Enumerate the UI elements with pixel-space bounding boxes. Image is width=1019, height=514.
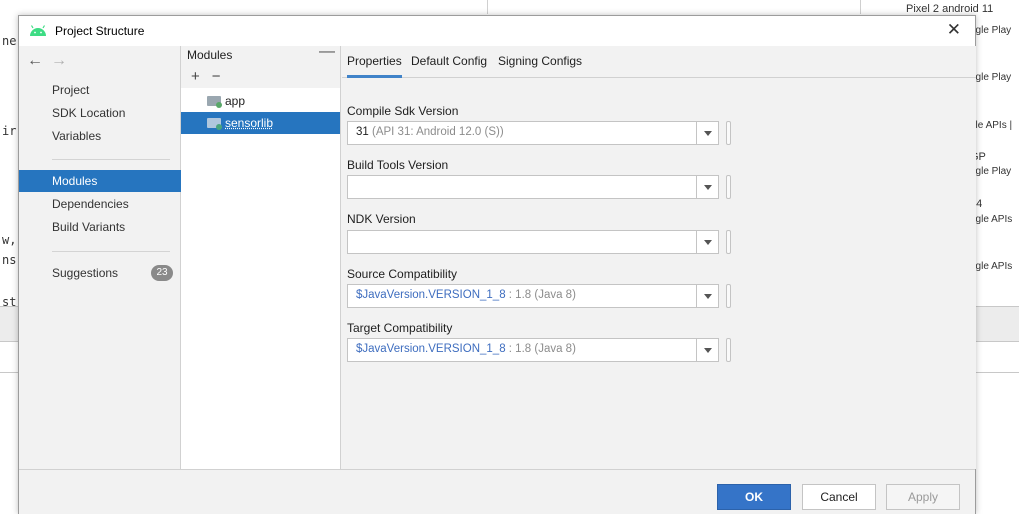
tab-bar: Properties Default Config Signing Config… — [342, 46, 976, 78]
target-compatibility-label: Target Compatibility — [347, 321, 452, 335]
apply-button[interactable]: Apply — [886, 484, 960, 510]
minimize-icon[interactable]: — — [319, 43, 335, 61]
tab-signing-configs[interactable]: Signing Configs — [498, 46, 582, 78]
value-detail: : 1.8 (Java 8) — [506, 343, 576, 355]
settings-nav: ← → Project SDK Location Variables Module… — [19, 46, 181, 469]
device-item[interactable]: gle APIs | — [970, 120, 1012, 131]
forward-arrow-icon[interactable]: → — [51, 52, 67, 69]
ide-divider — [487, 0, 488, 14]
android-logo-icon — [29, 25, 47, 37]
nav-item-label: Suggestions — [52, 266, 118, 280]
nav-item-label: Build Variants — [52, 220, 125, 234]
nav-item-variables[interactable]: Variables — [19, 125, 181, 147]
nav-item-project[interactable]: Project — [19, 79, 181, 101]
value-detail: (API 31: Android 12.0 (S)) — [369, 126, 504, 138]
module-label: sensorlib — [225, 116, 273, 130]
compile-sdk-label: Compile Sdk Version — [347, 104, 458, 118]
target-compatibility-dropdown[interactable]: $JavaVersion.VERSION_1_8 : 1.8 (Java 8) — [347, 338, 719, 362]
dialog-title: Project Structure — [55, 24, 144, 38]
combo-extra-handle[interactable] — [726, 284, 731, 308]
source-compatibility-dropdown[interactable]: $JavaVersion.VERSION_1_8 : 1.8 (Java 8) — [347, 284, 719, 308]
module-folder-icon — [207, 118, 221, 128]
ide-panel-band — [0, 306, 20, 342]
combo-extra-handle[interactable] — [726, 230, 731, 254]
code-fragment: ne — [2, 34, 16, 48]
device-list[interactable]: Pixel 2 android 11 ogle Play ogle Play g… — [976, 0, 1019, 514]
build-tools-label: Build Tools Version — [347, 158, 448, 172]
chevron-down-icon[interactable] — [696, 339, 718, 361]
ndk-dropdown[interactable] — [347, 230, 719, 254]
nav-divider — [52, 251, 170, 252]
module-item-app[interactable]: app — [181, 90, 340, 112]
code-fragment: w, — [2, 233, 16, 247]
nav-item-label: Dependencies — [52, 197, 129, 211]
module-item-sensorlib[interactable]: sensorlib — [181, 112, 340, 134]
source-compatibility-label: Source Compatibility — [347, 267, 457, 281]
ide-divider — [860, 0, 861, 14]
device-item[interactable]: ogle APIs — [970, 214, 1012, 225]
close-icon[interactable]: ✕ — [947, 20, 961, 40]
device-item[interactable]: Pixel 2 android 11 — [906, 3, 993, 15]
build-tools-dropdown[interactable] — [347, 175, 719, 199]
device-item[interactable]: ogle Play — [970, 166, 1011, 177]
remove-module-icon[interactable]: − — [212, 68, 221, 85]
modules-header-label: Modules — [187, 48, 232, 62]
modules-header: Modules — — [181, 46, 340, 66]
target-compatibility-value: $JavaVersion.VERSION_1_8 : 1.8 (Java 8) — [356, 343, 576, 355]
value-main: 31 — [356, 126, 369, 138]
nav-item-label: Variables — [52, 129, 101, 143]
combo-extra-handle[interactable] — [726, 175, 731, 199]
chevron-down-icon[interactable] — [696, 122, 718, 144]
chevron-down-icon[interactable] — [696, 285, 718, 307]
chevron-down-icon[interactable] — [696, 231, 718, 253]
modules-panel: Modules — + − app sensorlib — [181, 46, 341, 469]
value-detail: : 1.8 (Java 8) — [506, 289, 576, 301]
device-item[interactable]: ogle Play — [970, 72, 1011, 83]
modules-toolbar: + − — [181, 66, 340, 88]
value-main: $JavaVersion.VERSION_1_8 — [356, 343, 506, 355]
nav-item-dependencies[interactable]: Dependencies — [19, 193, 181, 215]
cancel-button[interactable]: Cancel — [802, 484, 876, 510]
ndk-label: NDK Version — [347, 212, 416, 226]
value-main: $JavaVersion.VERSION_1_8 — [356, 289, 506, 301]
ide-panel-band — [976, 306, 1019, 342]
source-compatibility-value: $JavaVersion.VERSION_1_8 : 1.8 (Java 8) — [356, 289, 576, 301]
suggestions-count-badge: 23 — [151, 265, 173, 281]
compile-sdk-value: 31 (API 31: Android 12.0 (S)) — [356, 126, 504, 138]
nav-item-suggestions[interactable]: Suggestions 23 — [19, 262, 181, 284]
module-properties: Properties Default Config Signing Config… — [342, 46, 976, 469]
nav-item-label: Project — [52, 83, 89, 97]
nav-history: ← → — [27, 52, 67, 70]
tab-properties[interactable]: Properties — [347, 46, 402, 78]
device-item[interactable]: ogle APIs — [970, 261, 1012, 272]
nav-item-build-variants[interactable]: Build Variants — [19, 216, 181, 238]
dialog-footer: OK Cancel Apply — [19, 469, 975, 514]
nav-item-label: Modules — [52, 174, 97, 188]
device-item[interactable]: ogle Play — [970, 25, 1011, 36]
compile-sdk-dropdown[interactable]: 31 (API 31: Android 12.0 (S)) — [347, 121, 719, 145]
code-fragment: ns — [2, 253, 16, 267]
editor-gutter: ne ir w, ns st — [0, 0, 20, 514]
add-module-icon[interactable]: + — [191, 68, 200, 85]
code-fragment: ir — [2, 124, 16, 138]
combo-extra-handle[interactable] — [726, 338, 731, 362]
tab-default-config[interactable]: Default Config — [411, 46, 487, 78]
nav-item-sdk-location[interactable]: SDK Location — [19, 102, 181, 124]
nav-item-modules[interactable]: Modules — [19, 170, 181, 192]
nav-divider — [52, 159, 170, 160]
module-folder-icon — [207, 96, 221, 106]
chevron-down-icon[interactable] — [696, 176, 718, 198]
back-arrow-icon[interactable]: ← — [27, 52, 43, 69]
combo-extra-handle[interactable] — [726, 121, 731, 145]
module-label: app — [225, 94, 245, 108]
nav-item-label: SDK Location — [52, 106, 125, 120]
dialog-titlebar[interactable]: Project Structure ✕ — [19, 16, 975, 46]
project-structure-dialog: Project Structure ✕ ← → Project SDK Locat… — [18, 15, 976, 514]
ok-button[interactable]: OK — [717, 484, 791, 510]
